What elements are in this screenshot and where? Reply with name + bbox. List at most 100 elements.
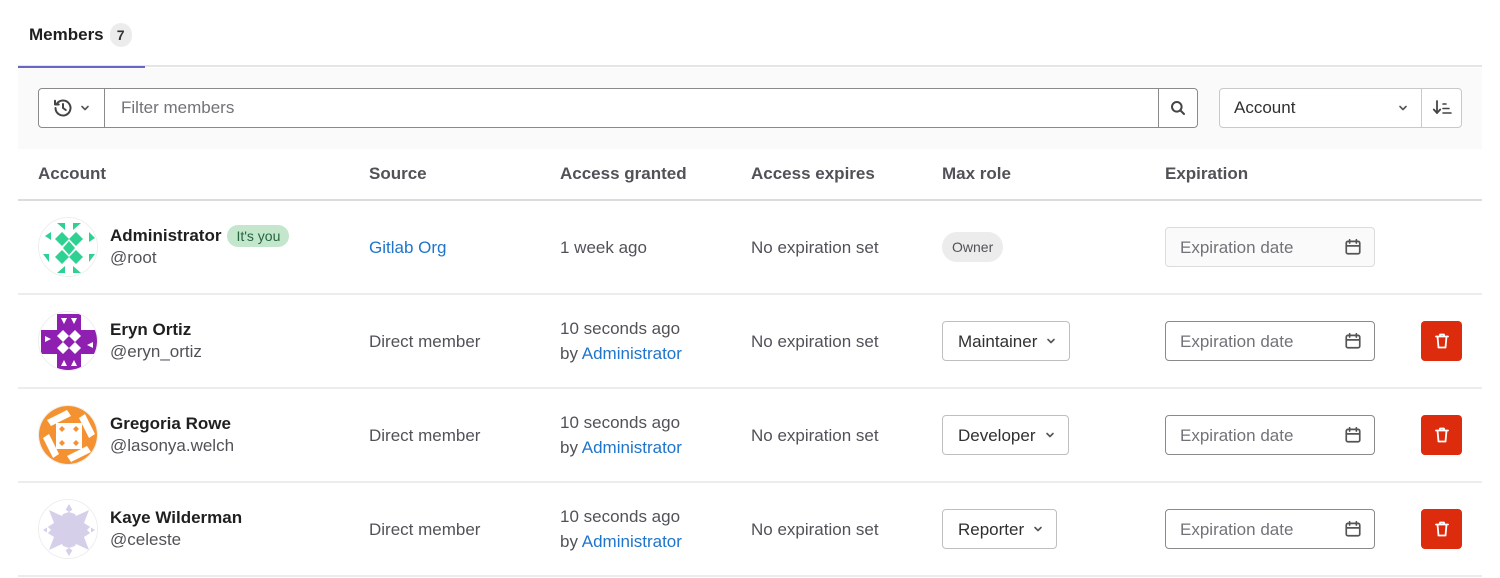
account-cell: Kaye Wilderman @celeste bbox=[38, 483, 242, 575]
column-header-source: Source bbox=[369, 164, 427, 183]
its-you-badge: It's you bbox=[227, 225, 290, 247]
trash-icon bbox=[1434, 427, 1449, 443]
source-text: Direct member bbox=[369, 331, 481, 351]
avatar[interactable] bbox=[38, 217, 98, 277]
expiration-date-placeholder: Expiration date bbox=[1180, 331, 1294, 351]
expiration-date-input[interactable]: Expiration date bbox=[1165, 321, 1375, 361]
expiration-cell: Expiration date bbox=[1165, 483, 1375, 575]
role-dropdown[interactable]: Maintainer bbox=[942, 321, 1071, 361]
member-name[interactable]: Gregoria Rowe bbox=[110, 413, 231, 435]
access-granted-time: 10 seconds ago bbox=[560, 413, 681, 432]
tab-members-count-badge: 7 bbox=[109, 22, 132, 47]
member-username: @celeste bbox=[110, 530, 182, 549]
chevron-down-icon bbox=[1047, 338, 1056, 344]
expiration-date-input[interactable]: Expiration date bbox=[1165, 509, 1375, 549]
table-header: Account Source Access granted Access exp… bbox=[18, 149, 1482, 201]
sort-control: Account bbox=[1219, 88, 1462, 128]
column-header-access-granted: Access granted bbox=[560, 164, 687, 183]
access-expires-text: No expiration set bbox=[751, 237, 879, 257]
role-dropdown-label: Reporter bbox=[958, 519, 1025, 539]
access-expires-text: No expiration set bbox=[751, 519, 879, 539]
member-name[interactable]: Eryn Ortiz bbox=[110, 319, 191, 341]
expiration-cell: Expiration date bbox=[1165, 295, 1375, 387]
role-dropdown-label: Maintainer bbox=[958, 331, 1038, 351]
source-cell: Direct member bbox=[369, 295, 480, 387]
sort-direction-button[interactable] bbox=[1422, 89, 1461, 127]
granted-by-line: by Administrator bbox=[560, 341, 682, 366]
filter-bar: Account bbox=[18, 68, 1482, 149]
access-expires-cell: No expiration set bbox=[751, 201, 879, 293]
actions-cell bbox=[1421, 295, 1462, 387]
table-row: Gregoria Rowe @lasonya.welch Direct memb… bbox=[18, 389, 1482, 483]
remove-member-button[interactable] bbox=[1421, 321, 1462, 361]
column-header-account: Account bbox=[38, 164, 106, 183]
trash-icon bbox=[1434, 333, 1449, 349]
source-cell: Direct member bbox=[369, 483, 480, 575]
column-header-access-expires: Access expires bbox=[751, 164, 875, 183]
access-granted-time: 10 seconds ago bbox=[560, 507, 681, 526]
expiration-date-input: Expiration date bbox=[1165, 227, 1375, 267]
granted-by-line: by Administrator bbox=[560, 529, 682, 554]
search-button[interactable] bbox=[1158, 89, 1197, 127]
role-badge: Owner bbox=[942, 232, 1004, 262]
member-name[interactable]: Administrator bbox=[110, 225, 221, 247]
table-row: Administrator It's you @root Gitlab Org … bbox=[18, 201, 1482, 295]
members-table: Account Source Access granted Access exp… bbox=[18, 149, 1482, 577]
source-link[interactable]: Gitlab Org bbox=[369, 235, 446, 260]
granted-by-prefix: by bbox=[560, 532, 578, 551]
remove-member-button[interactable] bbox=[1421, 415, 1462, 455]
access-granted-time: 1 week ago bbox=[560, 237, 647, 257]
role-dropdown[interactable]: Developer bbox=[942, 415, 1069, 455]
member-username: @root bbox=[110, 248, 157, 267]
role-dropdown[interactable]: Reporter bbox=[942, 509, 1058, 549]
account-cell: Gregoria Rowe @lasonya.welch bbox=[38, 389, 234, 481]
chevron-down-icon bbox=[1045, 432, 1054, 438]
granted-by-link[interactable]: Administrator bbox=[582, 438, 682, 457]
filter-members-input[interactable] bbox=[105, 89, 1158, 127]
expiration-date-input[interactable]: Expiration date bbox=[1165, 415, 1375, 455]
avatar[interactable] bbox=[38, 405, 98, 465]
tab-members[interactable]: Members 7 bbox=[18, 0, 145, 69]
member-username: @lasonya.welch bbox=[110, 436, 235, 455]
access-expires-cell: No expiration set bbox=[751, 295, 879, 387]
expiration-date-placeholder: Expiration date bbox=[1180, 237, 1294, 257]
max-role-cell: Maintainer bbox=[942, 295, 1071, 387]
max-role-cell: Owner bbox=[942, 201, 1004, 293]
granted-by-prefix: by bbox=[560, 344, 578, 363]
avatar[interactable] bbox=[38, 311, 98, 371]
access-granted-cell: 1 week ago bbox=[560, 201, 647, 293]
access-expires-cell: No expiration set bbox=[751, 483, 879, 575]
column-header-max-role: Max role bbox=[942, 164, 1011, 183]
max-role-cell: Developer bbox=[942, 389, 1069, 481]
expiration-date-placeholder: Expiration date bbox=[1180, 519, 1294, 539]
trash-icon bbox=[1434, 521, 1449, 537]
max-role-cell: Reporter bbox=[942, 483, 1058, 575]
expiration-cell: Expiration date bbox=[1165, 201, 1375, 293]
source-text: Direct member bbox=[369, 425, 481, 445]
remove-member-button[interactable] bbox=[1421, 509, 1462, 549]
calendar-icon bbox=[1345, 520, 1361, 537]
avatar[interactable] bbox=[38, 499, 98, 559]
granted-by-prefix: by bbox=[560, 438, 578, 457]
account-cell: Eryn Ortiz @eryn_ortiz bbox=[38, 295, 202, 387]
expiration-cell: Expiration date bbox=[1165, 389, 1375, 481]
sort-by-label: Account bbox=[1234, 98, 1296, 117]
search-icon bbox=[1171, 101, 1185, 115]
chevron-down-icon bbox=[80, 105, 89, 111]
tab-members-label: Members bbox=[29, 24, 104, 44]
recent-searches-button[interactable] bbox=[39, 89, 105, 127]
table-row: Eryn Ortiz @eryn_ortiz Direct member 10 … bbox=[18, 295, 1482, 389]
granted-by-line: by Administrator bbox=[560, 435, 682, 460]
calendar-icon bbox=[1345, 426, 1361, 443]
access-expires-text: No expiration set bbox=[751, 331, 879, 351]
filtered-search bbox=[38, 88, 1198, 128]
granted-by-link[interactable]: Administrator bbox=[582, 344, 682, 363]
expiration-date-placeholder: Expiration date bbox=[1180, 425, 1294, 445]
chevron-down-icon bbox=[1034, 526, 1042, 532]
granted-by-link[interactable]: Administrator bbox=[582, 532, 682, 551]
history-icon bbox=[53, 99, 71, 117]
sort-by-dropdown[interactable]: Account bbox=[1220, 89, 1422, 127]
member-name[interactable]: Kaye Wilderman bbox=[110, 507, 242, 529]
table-row: Kaye Wilderman @celeste Direct member 10… bbox=[18, 483, 1482, 577]
access-granted-cell: 10 seconds ago by Administrator bbox=[560, 295, 682, 387]
